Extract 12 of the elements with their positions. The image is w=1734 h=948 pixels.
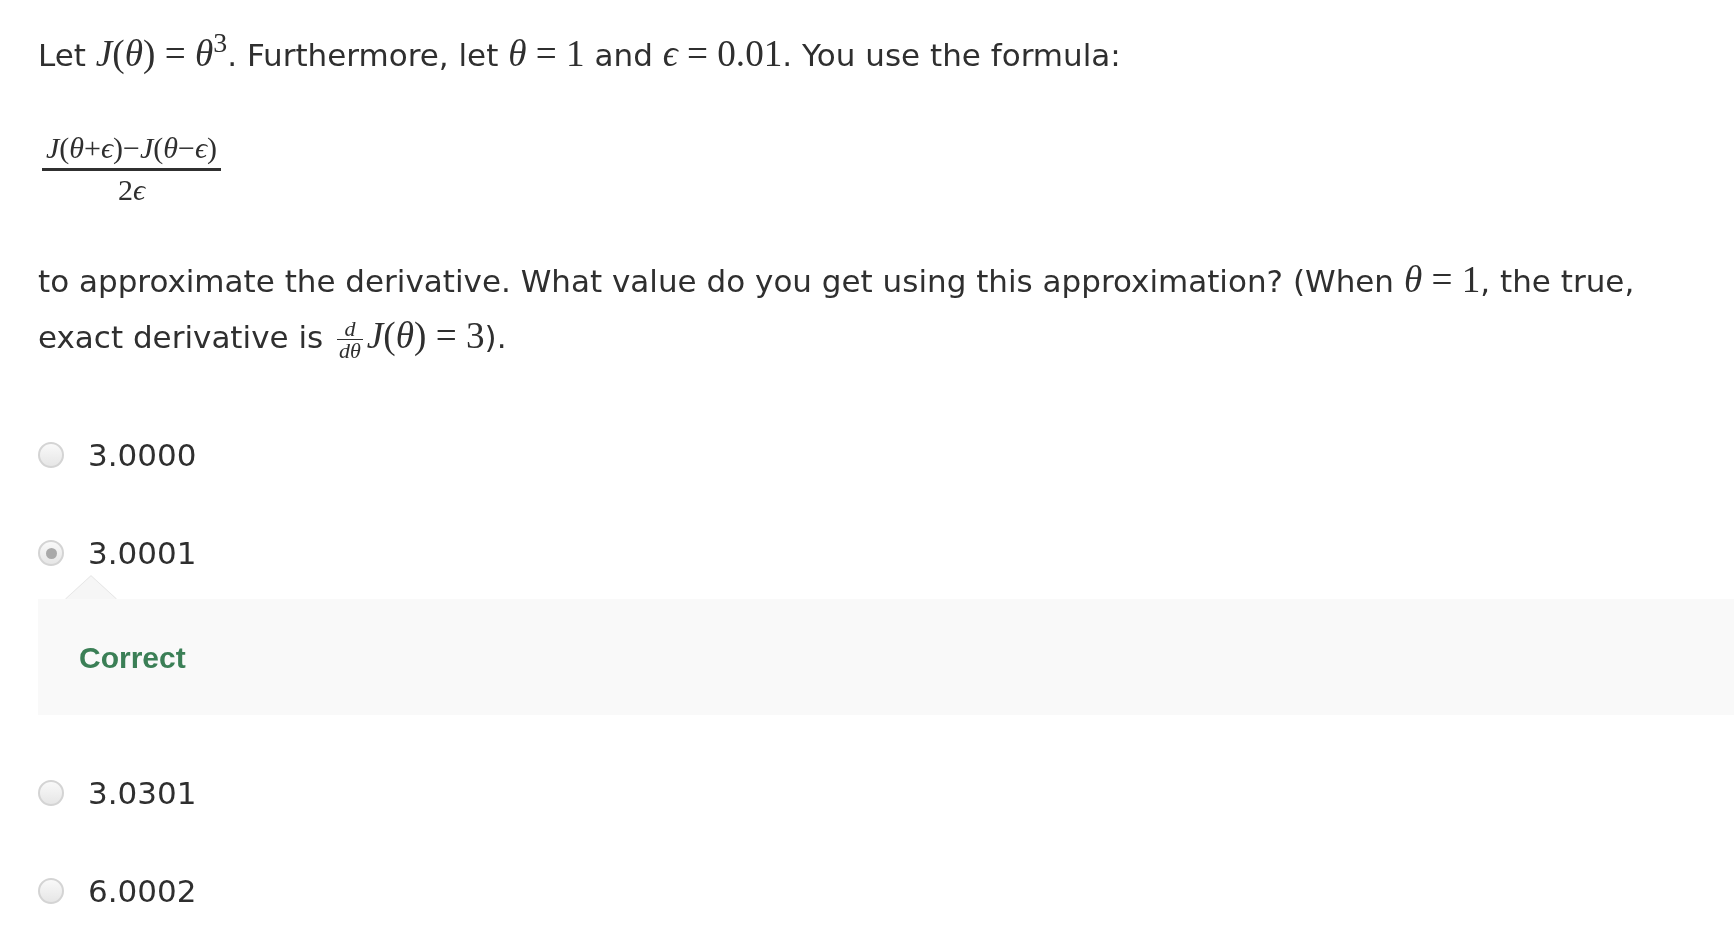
radio-button[interactable]	[38, 442, 64, 468]
question-text: Let J(θ) = θ$^{3}$. Furthermore, let θ = 1 and ϵ = 0.01. You use the formula:	[38, 27, 1122, 76]
formula-denominator: 2ϵ	[118, 175, 146, 205]
feedback-status: Correct	[79, 639, 186, 676]
radio-button[interactable]	[38, 540, 64, 566]
answer-label: 3.0001	[88, 534, 197, 573]
answer-label: 3.0000	[88, 436, 197, 475]
answer-label: 6.0002	[88, 872, 197, 911]
answer-label: 3.0301	[88, 774, 197, 813]
formula-numerator: J(θ+ϵ)−J(θ−ϵ)	[45, 133, 219, 163]
radio-button[interactable]	[38, 780, 64, 806]
radio-button[interactable]	[38, 878, 64, 904]
